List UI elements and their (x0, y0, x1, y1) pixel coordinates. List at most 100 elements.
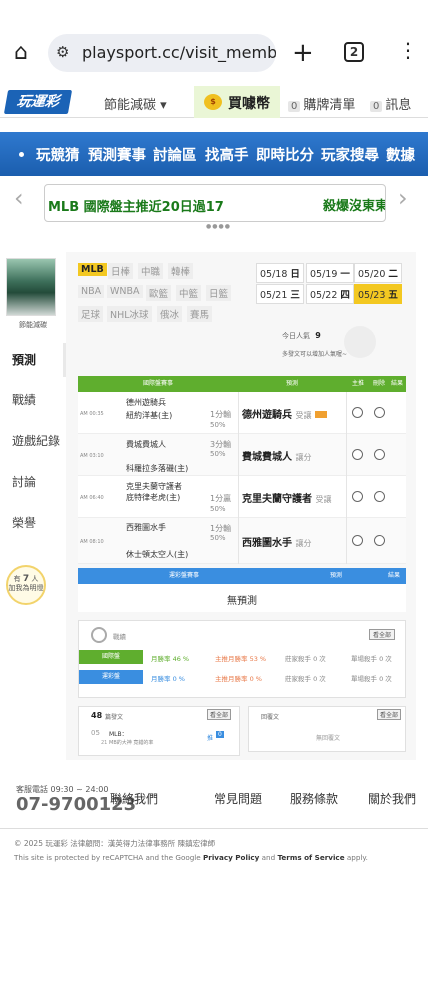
posts-more-button[interactable]: 看全部 (207, 709, 232, 720)
headline-banner[interactable]: MLB 國際盤主推近20日過17 殺爆沒東東 (44, 184, 386, 222)
league-nhl[interactable]: NHL冰球 (107, 306, 152, 322)
handicap-percent: 50% (210, 450, 226, 458)
league-horse-racing[interactable]: 賽馬 (187, 306, 213, 322)
terms-link[interactable]: Terms of Service (277, 853, 344, 862)
table-header-result: 結果 (388, 376, 406, 392)
table-header-game: 國際盤賽事 (78, 376, 238, 392)
tab-honor[interactable]: 榮譽 (0, 506, 66, 540)
stats-single-lottery: 單場殺手 0 次 (351, 675, 392, 683)
nav-item-forum[interactable]: 討論區 (153, 144, 197, 165)
banner-left-text: MLB 國際盤主推近20日過17 (48, 200, 224, 215)
post-title[interactable]: MLB： (109, 729, 128, 738)
tab-switcher-button[interactable]: 2 (344, 42, 364, 62)
main-pick-radio[interactable] (352, 535, 363, 546)
mentor-lamp-button[interactable]: 有 7 人 加我為明燈 (6, 565, 46, 605)
lottery-table: 運彩盤賽事 預測 結果 無預測 (78, 568, 406, 612)
cart-link[interactable]: 0 購牌清單 (288, 94, 355, 113)
site-settings-icon[interactable]: ⚙ (56, 43, 69, 61)
league-mlb[interactable]: MLB (78, 263, 107, 276)
footer-link-terms[interactable]: 服務條款 (290, 790, 338, 807)
nav-item-player-search[interactable]: 玩家搜尋 (321, 144, 379, 165)
visitor-hint: 多發文可以增加人氣喔~ (282, 351, 348, 358)
pick-type: 受讓 (315, 495, 332, 504)
delete-radio[interactable] (374, 491, 385, 502)
delete-radio[interactable] (374, 535, 385, 546)
game-time: AM 06:40 (80, 495, 104, 501)
league-npb[interactable]: 日棒 (108, 263, 134, 279)
pick-team: 費城費城人 (242, 452, 292, 463)
tab-predict[interactable]: 預測 (0, 343, 66, 377)
recaptcha-notice: This site is protected by reCAPTCHA and … (14, 853, 368, 862)
main-pick-radio[interactable] (352, 449, 363, 460)
date-0522[interactable]: 05/22 四 (306, 284, 354, 304)
date-0520[interactable]: 05/20 二 (354, 263, 402, 283)
home-team: 紐約洋基(主) (126, 411, 173, 420)
delete-radio[interactable] (374, 449, 385, 460)
date-0523[interactable]: 05/23 五 (354, 284, 402, 304)
date-text: 05/20 (358, 269, 386, 280)
league-khl[interactable]: 俄冰 (157, 306, 183, 322)
post-excerpt[interactable]: MB的大神 竟錯的率 (109, 739, 153, 746)
tab-record[interactable]: 戰績 (0, 383, 66, 417)
date-text: 05/19 (310, 269, 338, 280)
banner-prev-icon[interactable]: ‹ (14, 184, 24, 212)
home-icon[interactable]: ⌂ (14, 42, 28, 64)
prediction-table: 國際盤賽事 預測 主推 刪除 結果 AM 00:35 德州遊騎兵 紐約洋基(主)… (78, 376, 406, 564)
column-divider (346, 392, 347, 564)
date-0521[interactable]: 05/21 三 (256, 284, 304, 304)
privacy-link[interactable]: Privacy Policy (203, 853, 259, 862)
replies-more-button[interactable]: 看全部 (377, 709, 402, 720)
league-kbo[interactable]: 韓棒 (168, 263, 194, 279)
league-euro-basketball[interactable]: 歐籃 (146, 285, 172, 301)
away-team: 德州遊騎兵 (126, 398, 166, 407)
delete-radio[interactable] (374, 407, 385, 418)
stats-single-intl: 單場殺手 0 次 (351, 655, 392, 663)
pick: 西雅圖水手 讓分 (242, 534, 311, 549)
site-logo[interactable]: 玩運彩 (3, 90, 73, 114)
league-cba[interactable]: 中籃 (176, 285, 202, 301)
stats-box: 戰績 看全部 國際盤 月勝率 46 % 主推月勝率 53 % 莊家殺手 0 次 … (78, 620, 406, 698)
nav-item-data[interactable]: 數據 (386, 144, 415, 165)
main-nav: 玩競猜 預測賽事 討論區 找高手 即時比分 玩家搜尋 數據 (0, 132, 428, 176)
new-tab-icon[interactable]: + (292, 40, 314, 66)
date-0519[interactable]: 05/19 一 (306, 263, 354, 283)
message-link[interactable]: 0 訊息 (370, 94, 411, 113)
main-pick-radio[interactable] (352, 407, 363, 418)
date-text: 05/18 (260, 269, 288, 280)
stats-kill-intl: 莊家殺手 0 次 (285, 655, 326, 663)
table-row: AM 03:10 費城費城人 科羅拉多落磯(主) 3分輸 50% 費城費城人 讓… (78, 434, 406, 476)
more-menu-icon[interactable]: ⋮ (398, 40, 418, 60)
banner-next-icon[interactable]: › (398, 184, 408, 212)
nav-item-livescore[interactable]: 即時比分 (256, 144, 314, 165)
footer-link-faq[interactable]: 常見問題 (214, 790, 262, 807)
tab-discussion[interactable]: 討論 (0, 465, 66, 499)
league-cpbl[interactable]: 中職 (138, 263, 164, 279)
message-count: 0 (370, 101, 383, 112)
footer-link-about[interactable]: 關於我們 (368, 790, 416, 807)
user-menu[interactable]: 節能減碳 ▾ (104, 94, 167, 113)
avatar[interactable] (6, 258, 56, 316)
nav-item-play[interactable]: 玩競猜 (36, 144, 80, 165)
footer-link-contact[interactable]: 聯絡我們 (110, 790, 158, 807)
table-header-pick: 預測 (238, 376, 346, 392)
date-0518[interactable]: 05/18 日 (256, 263, 304, 283)
home-team: 科羅拉多落磯(主) (126, 464, 189, 473)
tab-game-history[interactable]: 遊戲紀錄 (0, 424, 66, 458)
league-wnba[interactable]: WNBA (107, 285, 143, 298)
browser-bar: ⌂ ⚙ playsport.cc/visit_membe + 2 ⋮ (0, 0, 428, 86)
league-soccer[interactable]: 足球 (78, 306, 104, 322)
buy-coin-button[interactable]: $ 買噱幣 (194, 86, 280, 118)
nav-item-predict[interactable]: 預測賽事 (88, 144, 146, 165)
handicap-percent: 50% (210, 534, 226, 542)
post-tag-label: 推 (207, 735, 214, 742)
recaptcha-text: This site is protected by reCAPTCHA and … (14, 853, 201, 862)
post-day: 21 (101, 740, 108, 746)
league-nba[interactable]: NBA (78, 285, 105, 298)
nav-item-experts[interactable]: 找高手 (205, 144, 249, 165)
address-bar[interactable]: ⚙ playsport.cc/visit_membe (48, 34, 276, 72)
main-pick-radio[interactable] (352, 491, 363, 502)
stats-more-button[interactable]: 看全部 (369, 629, 396, 640)
replies-label: 回覆文 (261, 714, 280, 721)
copyright: © 2025 玩運彩 法律顧問：漢英得力法律事務所 陳鎮宏律師 (14, 839, 216, 848)
league-bleague[interactable]: 日籃 (206, 285, 232, 301)
